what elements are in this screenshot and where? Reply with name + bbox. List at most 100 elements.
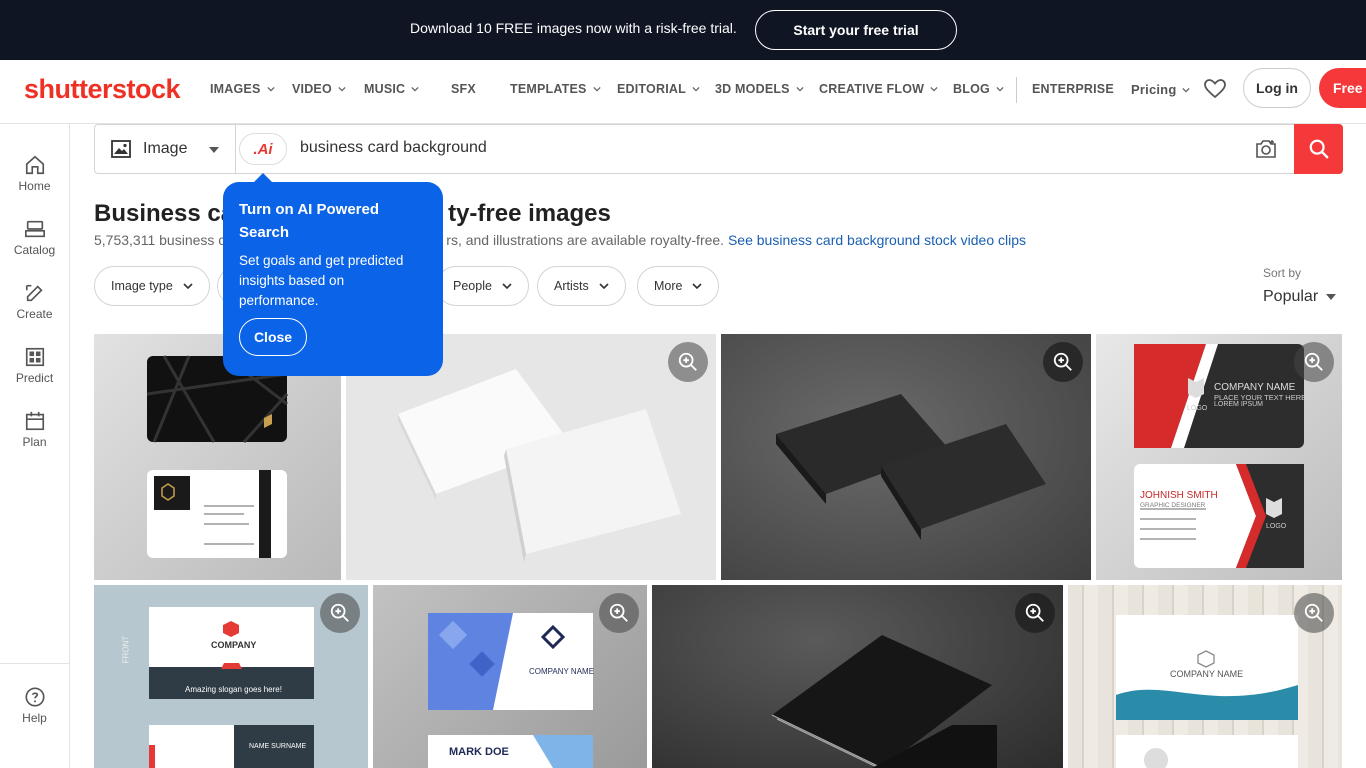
business-card-thumbnail <box>776 394 1046 540</box>
sidebar-item-plan[interactable]: Plan <box>0 410 69 449</box>
site-header: shutterstock IMAGES VIDEO MUSIC SFX TEMP… <box>0 60 1366 124</box>
popover-close-button[interactable]: Close <box>239 318 307 356</box>
nav-editorial-label: EDITORIAL <box>617 82 686 96</box>
nav-creative-flow[interactable]: CREATIVE FLOW <box>819 82 938 96</box>
heart-icon[interactable] <box>1203 77 1227 101</box>
zoom-in-icon <box>678 352 697 371</box>
card-name-surname: NAME SURNAME <box>249 743 307 750</box>
promo-bar: Download 10 FREE images now with a risk-… <box>0 0 1366 60</box>
sidebar-divider <box>0 663 69 664</box>
ai-search-toggle[interactable]: .Ai <box>239 133 287 165</box>
sidebar-item-create[interactable]: Create <box>0 282 69 321</box>
card-person-name: JOHNISH SMITH <box>1140 490 1218 501</box>
image-result[interactable] <box>721 334 1091 580</box>
chevron-down-icon <box>338 86 346 92</box>
chevron-down-icon <box>592 86 601 92</box>
image-result[interactable] <box>652 585 1063 768</box>
image-result[interactable]: COMPANY Amazing slogan goes here! NAME S… <box>94 585 368 768</box>
page-title-left: Business ca <box>94 200 235 227</box>
image-result[interactable]: COMPANY NAME <box>1068 585 1342 768</box>
zoom-button[interactable] <box>1015 593 1055 633</box>
search-button[interactable] <box>1294 124 1343 174</box>
nav-blog[interactable]: BLOG <box>953 82 1004 96</box>
search-input[interactable] <box>300 139 1200 157</box>
sort-select[interactable]: Popular <box>1263 288 1337 306</box>
nav-3d-models[interactable]: 3D MODELS <box>715 82 804 96</box>
nav-music-label: MUSIC <box>364 82 406 96</box>
nav-images[interactable]: IMAGES <box>210 82 275 96</box>
zoom-button[interactable] <box>1043 342 1083 382</box>
filter-label: Artists <box>554 279 589 293</box>
chevron-down-icon <box>411 86 419 92</box>
chevron-down-icon <box>502 283 512 290</box>
zoom-button[interactable] <box>599 593 639 633</box>
filter-people[interactable]: People <box>436 266 529 306</box>
zoom-button[interactable] <box>668 342 708 382</box>
zoom-in-icon <box>1304 603 1323 622</box>
nav-creative-flow-label: CREATIVE FLOW <box>819 82 925 96</box>
free-trial-button[interactable]: Free t <box>1319 68 1366 108</box>
nav-enterprise[interactable]: ENTERPRISE <box>1032 82 1114 96</box>
card-logo: LOGO <box>1266 523 1287 530</box>
sidebar-item-label: Plan <box>22 435 47 449</box>
sidebar: Home Catalog Create Predict Plan Help <box>0 124 70 768</box>
zoom-button[interactable] <box>320 593 360 633</box>
filter-label: More <box>654 279 683 293</box>
sidebar-item-label: Home <box>18 179 51 193</box>
chevron-down-icon <box>692 283 703 290</box>
nav-templates[interactable]: TEMPLATES <box>510 82 601 96</box>
filter-image-type[interactable]: Image type <box>94 266 210 306</box>
nav-3d-models-label: 3D MODELS <box>715 82 790 96</box>
image-icon <box>111 140 131 158</box>
logo-text: shutterstock <box>24 74 181 104</box>
video-clips-link[interactable]: See business card background stock video… <box>728 232 1026 248</box>
ai-search-popover: Turn on AI Powered Search Set goals and … <box>223 173 443 376</box>
create-icon <box>25 284 43 302</box>
nav-video-label: VIDEO <box>292 82 332 96</box>
nav-video[interactable]: VIDEO <box>292 82 346 96</box>
nav-images-label: IMAGES <box>210 82 261 96</box>
calendar-icon <box>25 411 44 431</box>
card-company-name: COMPANY NAME <box>1170 669 1244 679</box>
camera-search-icon[interactable] <box>1255 139 1277 159</box>
business-card-thumbnail <box>771 635 997 768</box>
sidebar-item-label: Predict <box>15 371 54 385</box>
sidebar-item-home[interactable]: Home <box>0 154 69 193</box>
caret-down-icon <box>1326 294 1337 300</box>
login-button[interactable]: Log in <box>1243 68 1311 108</box>
promo-text: Download 10 FREE images now with a risk-… <box>410 20 737 36</box>
chevron-down-icon <box>692 86 700 92</box>
popover-title: Turn on AI Powered Search <box>239 201 380 241</box>
zoom-button[interactable] <box>1294 593 1334 633</box>
catalog-icon <box>24 220 45 238</box>
filter-artists[interactable]: Artists <box>537 266 626 306</box>
search-bar: Image .Ai <box>94 124 1343 174</box>
sort-value: Popular <box>1263 288 1319 305</box>
zoom-button[interactable] <box>1294 342 1334 382</box>
popover-body: Set goals and get predicted insights bas… <box>239 253 404 308</box>
nav-sfx[interactable]: SFX <box>451 82 476 96</box>
image-result[interactable]: COMPANY NAME PLACE YOUR TEXT HERE LOREM … <box>1096 334 1342 580</box>
logo[interactable]: shutterstock <box>24 74 181 105</box>
nav-editorial[interactable]: EDITORIAL <box>617 82 700 96</box>
chevron-down-icon <box>266 86 275 92</box>
nav-divider <box>1016 77 1017 103</box>
nav-blog-label: BLOG <box>953 82 990 96</box>
chevron-down-icon <box>996 86 1004 92</box>
sidebar-item-label: Catalog <box>13 243 56 257</box>
sidebar-item-help[interactable]: Help <box>0 686 69 725</box>
zoom-in-icon <box>609 603 628 622</box>
chevron-down-icon <box>183 283 193 290</box>
filter-more[interactable]: More <box>637 266 720 306</box>
sidebar-item-predict[interactable]: Predict <box>0 346 69 385</box>
nav-sfx-label: SFX <box>451 82 476 96</box>
nav-enterprise-label: ENTERPRISE <box>1032 82 1114 96</box>
image-type-select[interactable]: Image <box>95 125 236 173</box>
card-person-name: MARK DOE <box>449 746 509 758</box>
nav-templates-label: TEMPLATES <box>510 82 587 96</box>
start-free-trial-button[interactable]: Start your free trial <box>755 10 957 50</box>
image-result[interactable]: COMPANY NAME MARK DOE <box>373 585 647 768</box>
nav-pricing[interactable]: Pricing <box>1131 82 1191 97</box>
nav-music[interactable]: MUSIC <box>364 82 419 96</box>
sidebar-item-catalog[interactable]: Catalog <box>0 218 69 257</box>
